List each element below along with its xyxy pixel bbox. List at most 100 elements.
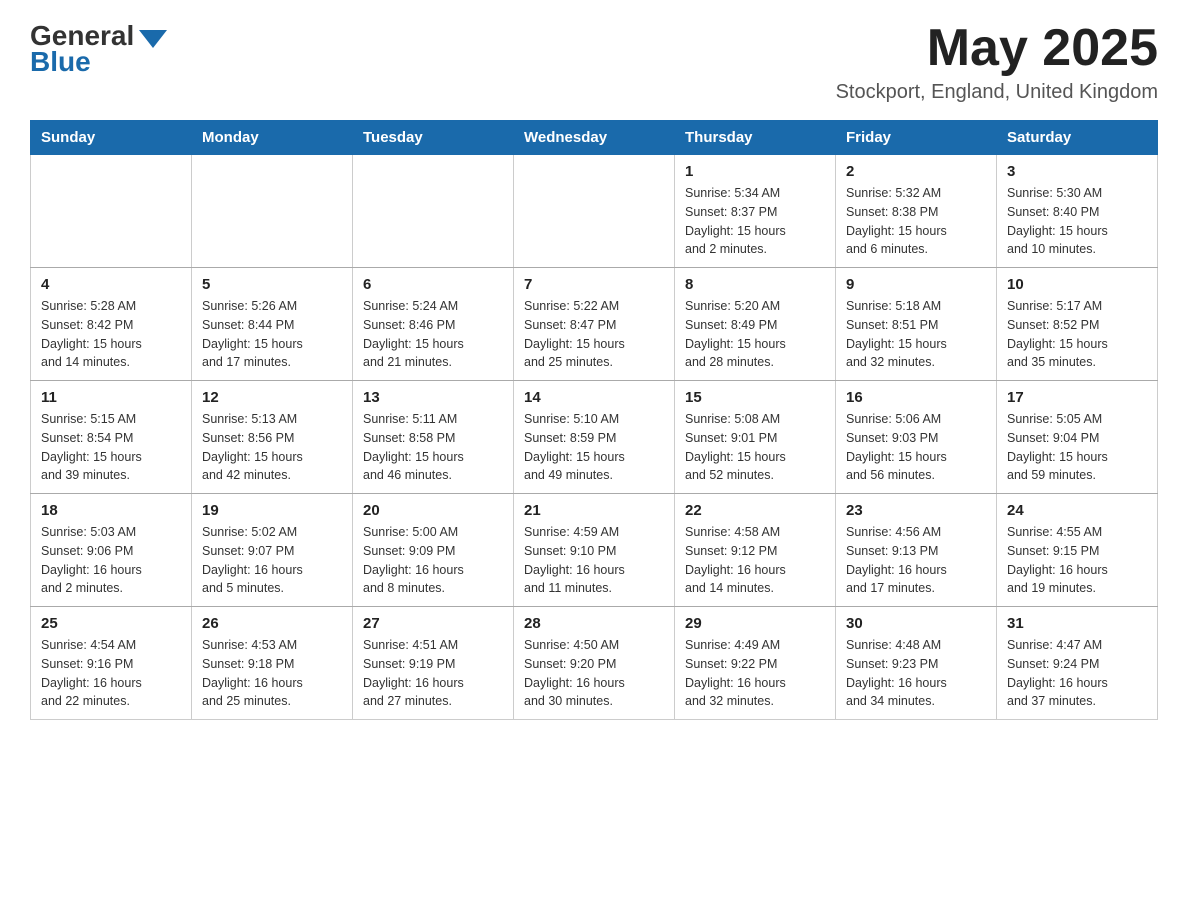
calendar-week-2: 4 Sunrise: 5:28 AMSunset: 8:42 PMDaylight… (31, 268, 1158, 381)
calendar-cell: 3 Sunrise: 5:30 AMSunset: 8:40 PMDaylight… (997, 155, 1158, 268)
calendar-cell (514, 155, 675, 268)
day-info: Sunrise: 5:11 AMSunset: 8:58 PMDaylight:… (363, 410, 503, 485)
calendar-cell: 17 Sunrise: 5:05 AMSunset: 9:04 PMDayligh… (997, 381, 1158, 494)
day-info: Sunrise: 4:55 AMSunset: 9:15 PMDaylight:… (1007, 523, 1147, 598)
calendar-cell: 30 Sunrise: 4:48 AMSunset: 9:23 PMDayligh… (836, 607, 997, 720)
day-number: 7 (524, 276, 664, 293)
calendar-cell: 20 Sunrise: 5:00 AMSunset: 9:09 PMDayligh… (353, 494, 514, 607)
calendar-cell: 31 Sunrise: 4:47 AMSunset: 9:24 PMDayligh… (997, 607, 1158, 720)
day-number: 4 (41, 276, 181, 293)
calendar-week-3: 11 Sunrise: 5:15 AMSunset: 8:54 PMDayligh… (31, 381, 1158, 494)
day-number: 27 (363, 615, 503, 632)
day-number: 13 (363, 389, 503, 406)
day-number: 17 (1007, 389, 1147, 406)
day-number: 11 (41, 389, 181, 406)
day-info: Sunrise: 5:06 AMSunset: 9:03 PMDaylight:… (846, 410, 986, 485)
day-info: Sunrise: 4:51 AMSunset: 9:19 PMDaylight:… (363, 636, 503, 711)
day-number: 22 (685, 502, 825, 519)
weekday-header-tuesday: Tuesday (353, 121, 514, 155)
day-number: 20 (363, 502, 503, 519)
day-info: Sunrise: 4:54 AMSunset: 9:16 PMDaylight:… (41, 636, 181, 711)
calendar-cell: 16 Sunrise: 5:06 AMSunset: 9:03 PMDayligh… (836, 381, 997, 494)
calendar-header-row: SundayMondayTuesdayWednesdayThursdayFrid… (31, 121, 1158, 155)
day-number: 18 (41, 502, 181, 519)
day-info: Sunrise: 5:22 AMSunset: 8:47 PMDaylight:… (524, 297, 664, 372)
calendar-cell: 14 Sunrise: 5:10 AMSunset: 8:59 PMDayligh… (514, 381, 675, 494)
day-info: Sunrise: 4:49 AMSunset: 9:22 PMDaylight:… (685, 636, 825, 711)
calendar-cell: 26Sunrise: 4:53 AMSunset: 9:18 PMDayligh… (192, 607, 353, 720)
page-header: General Blue May 2025 Stockport, England… (30, 20, 1158, 104)
month-title: May 2025 (836, 20, 1158, 77)
logo: General Blue (30, 20, 167, 78)
calendar-cell: 7 Sunrise: 5:22 AMSunset: 8:47 PMDaylight… (514, 268, 675, 381)
calendar-cell: 24Sunrise: 4:55 AMSunset: 9:15 PMDayligh… (997, 494, 1158, 607)
calendar-cell: 19 Sunrise: 5:02 AMSunset: 9:07 PMDayligh… (192, 494, 353, 607)
day-info: Sunrise: 4:53 AMSunset: 9:18 PMDaylight:… (202, 636, 342, 711)
day-info: Sunrise: 4:48 AMSunset: 9:23 PMDaylight:… (846, 636, 986, 711)
day-number: 10 (1007, 276, 1147, 293)
day-number: 6 (363, 276, 503, 293)
day-number: 3 (1007, 163, 1147, 180)
day-info: Sunrise: 4:59 AMSunset: 9:10 PMDaylight:… (524, 523, 664, 598)
calendar-cell (192, 155, 353, 268)
day-info: Sunrise: 5:05 AMSunset: 9:04 PMDaylight:… (1007, 410, 1147, 485)
day-info: Sunrise: 4:50 AMSunset: 9:20 PMDaylight:… (524, 636, 664, 711)
day-info: Sunrise: 5:20 AMSunset: 8:49 PMDaylight:… (685, 297, 825, 372)
day-info: Sunrise: 5:10 AMSunset: 8:59 PMDaylight:… (524, 410, 664, 485)
day-info: Sunrise: 5:15 AMSunset: 8:54 PMDaylight:… (41, 410, 181, 485)
day-number: 31 (1007, 615, 1147, 632)
day-number: 28 (524, 615, 664, 632)
day-info: Sunrise: 4:47 AMSunset: 9:24 PMDaylight:… (1007, 636, 1147, 711)
weekday-header-wednesday: Wednesday (514, 121, 675, 155)
calendar-cell: 23 Sunrise: 4:56 AMSunset: 9:13 PMDayligh… (836, 494, 997, 607)
calendar-cell: 2 Sunrise: 5:32 AMSunset: 8:38 PMDaylight… (836, 155, 997, 268)
day-number: 23 (846, 502, 986, 519)
calendar-cell: 4 Sunrise: 5:28 AMSunset: 8:42 PMDaylight… (31, 268, 192, 381)
day-number: 12 (202, 389, 342, 406)
day-info: Sunrise: 5:13 AMSunset: 8:56 PMDaylight:… (202, 410, 342, 485)
day-number: 5 (202, 276, 342, 293)
day-info: Sunrise: 5:00 AMSunset: 9:09 PMDaylight:… (363, 523, 503, 598)
day-number: 30 (846, 615, 986, 632)
weekday-header-thursday: Thursday (675, 121, 836, 155)
calendar-week-4: 18 Sunrise: 5:03 AMSunset: 9:06 PMDayligh… (31, 494, 1158, 607)
day-info: Sunrise: 5:03 AMSunset: 9:06 PMDaylight:… (41, 523, 181, 598)
calendar-cell: 22 Sunrise: 4:58 AMSunset: 9:12 PMDayligh… (675, 494, 836, 607)
day-number: 2 (846, 163, 986, 180)
day-info: Sunrise: 5:28 AMSunset: 8:42 PMDaylight:… (41, 297, 181, 372)
day-info: Sunrise: 4:56 AMSunset: 9:13 PMDaylight:… (846, 523, 986, 598)
calendar-cell: 15 Sunrise: 5:08 AMSunset: 9:01 PMDayligh… (675, 381, 836, 494)
calendar-cell: 9Sunrise: 5:18 AMSunset: 8:51 PMDaylight… (836, 268, 997, 381)
day-info: Sunrise: 5:30 AMSunset: 8:40 PMDaylight:… (1007, 184, 1147, 259)
day-info: Sunrise: 5:26 AMSunset: 8:44 PMDaylight:… (202, 297, 342, 372)
calendar-cell: 21Sunrise: 4:59 AMSunset: 9:10 PMDayligh… (514, 494, 675, 607)
day-number: 1 (685, 163, 825, 180)
calendar-cell: 18 Sunrise: 5:03 AMSunset: 9:06 PMDayligh… (31, 494, 192, 607)
weekday-header-monday: Monday (192, 121, 353, 155)
day-info: Sunrise: 4:58 AMSunset: 9:12 PMDaylight:… (685, 523, 825, 598)
calendar-cell: 29Sunrise: 4:49 AMSunset: 9:22 PMDayligh… (675, 607, 836, 720)
day-number: 9 (846, 276, 986, 293)
calendar-cell: 11 Sunrise: 5:15 AMSunset: 8:54 PMDayligh… (31, 381, 192, 494)
day-number: 16 (846, 389, 986, 406)
day-number: 14 (524, 389, 664, 406)
calendar-cell (31, 155, 192, 268)
calendar-cell: 8 Sunrise: 5:20 AMSunset: 8:49 PMDaylight… (675, 268, 836, 381)
day-info: Sunrise: 5:17 AMSunset: 8:52 PMDaylight:… (1007, 297, 1147, 372)
logo-blue-text: Blue (30, 46, 91, 78)
calendar-cell: 5 Sunrise: 5:26 AMSunset: 8:44 PMDaylight… (192, 268, 353, 381)
day-number: 15 (685, 389, 825, 406)
weekday-header-friday: Friday (836, 121, 997, 155)
weekday-header-saturday: Saturday (997, 121, 1158, 155)
day-number: 25 (41, 615, 181, 632)
calendar-week-1: 1Sunrise: 5:34 AMSunset: 8:37 PMDaylight… (31, 155, 1158, 268)
calendar-cell: 28 Sunrise: 4:50 AMSunset: 9:20 PMDayligh… (514, 607, 675, 720)
day-info: Sunrise: 5:08 AMSunset: 9:01 PMDaylight:… (685, 410, 825, 485)
day-info: Sunrise: 5:24 AMSunset: 8:46 PMDaylight:… (363, 297, 503, 372)
calendar-cell: 27 Sunrise: 4:51 AMSunset: 9:19 PMDayligh… (353, 607, 514, 720)
day-info: Sunrise: 5:02 AMSunset: 9:07 PMDaylight:… (202, 523, 342, 598)
day-number: 19 (202, 502, 342, 519)
day-info: Sunrise: 5:32 AMSunset: 8:38 PMDaylight:… (846, 184, 986, 259)
day-number: 8 (685, 276, 825, 293)
calendar-cell: 6 Sunrise: 5:24 AMSunset: 8:46 PMDaylight… (353, 268, 514, 381)
